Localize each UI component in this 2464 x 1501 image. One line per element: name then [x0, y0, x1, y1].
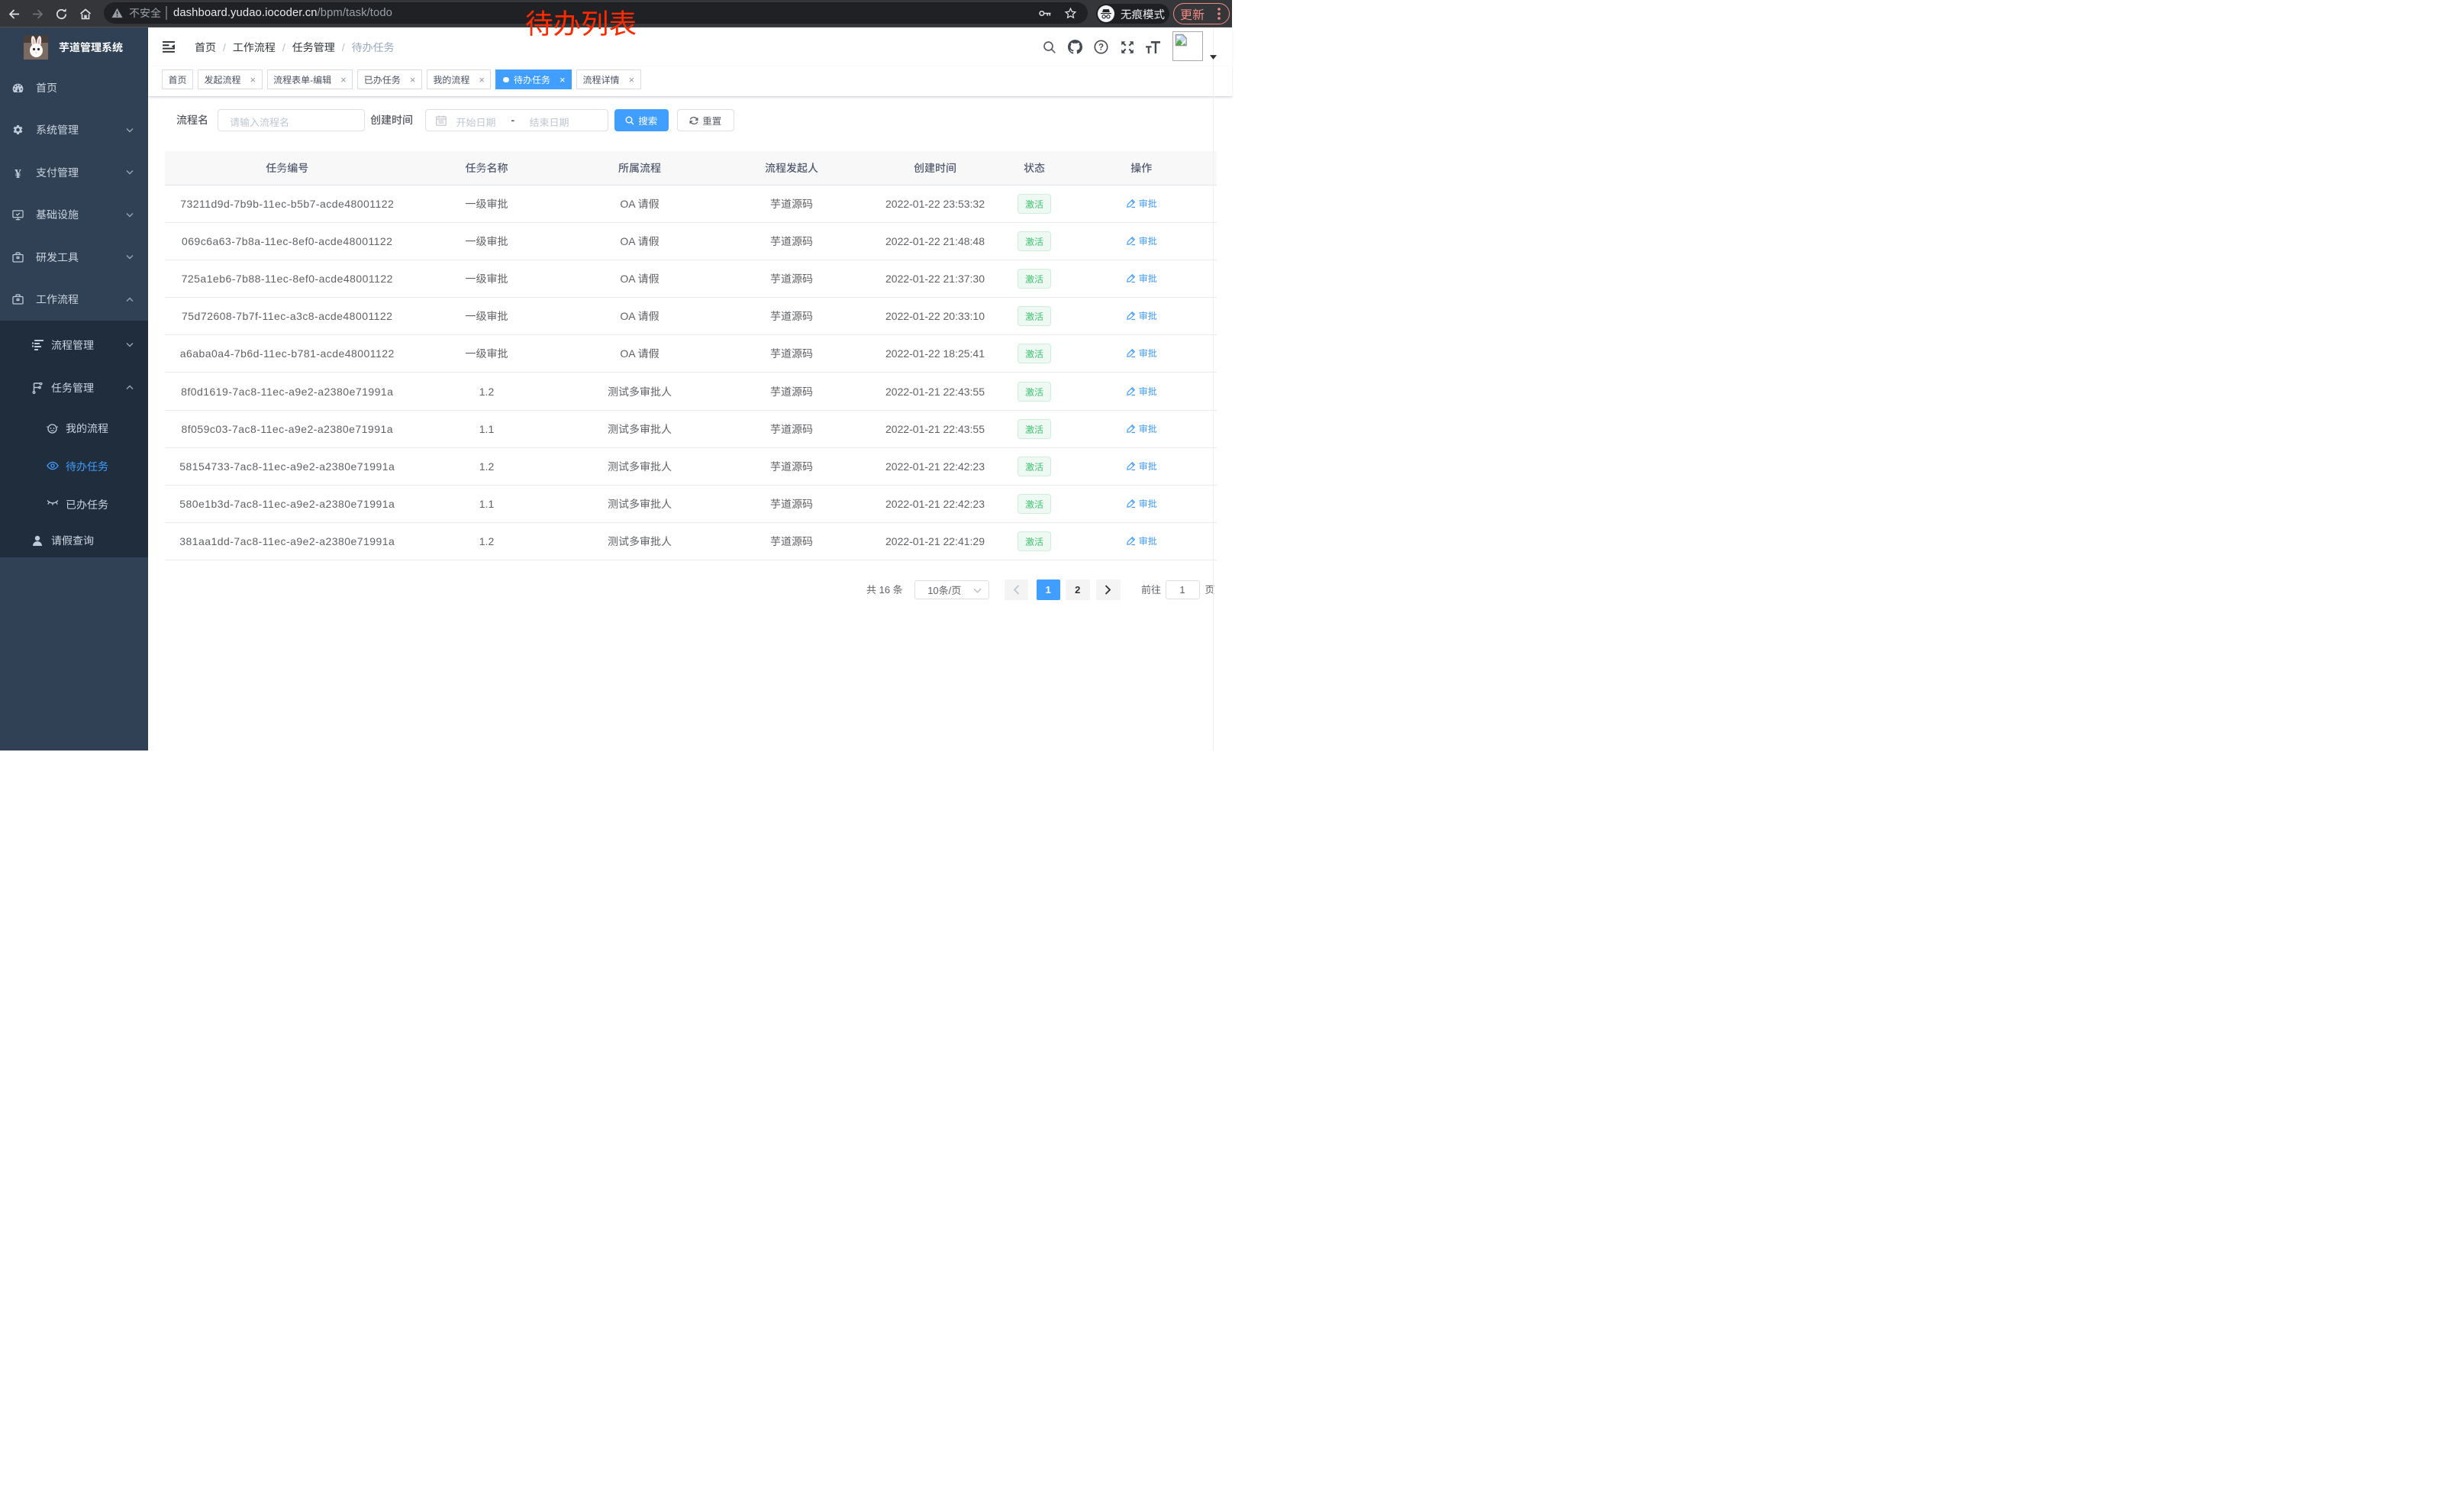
svg-text:?: ?: [1098, 44, 1104, 53]
